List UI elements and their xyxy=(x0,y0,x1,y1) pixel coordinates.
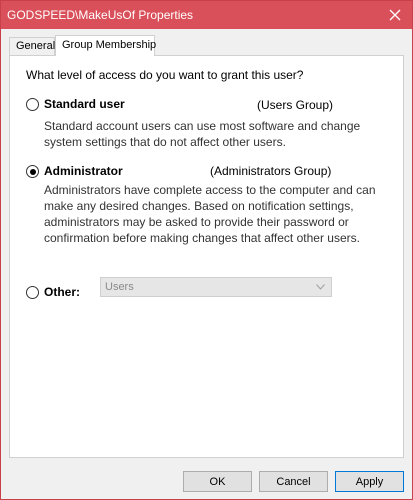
administrator-radio[interactable] xyxy=(26,165,39,178)
window-title: GODSPEED\MakeUsOf Properties xyxy=(7,8,194,22)
administrator-description: Administrators have complete access to t… xyxy=(44,183,376,245)
administrators-group-label: (Administrators Group) xyxy=(210,164,332,178)
close-icon xyxy=(389,9,401,21)
title-bar: GODSPEED\MakeUsOf Properties xyxy=(1,1,412,29)
other-radio[interactable] xyxy=(26,286,39,299)
other-label[interactable]: Other: xyxy=(44,285,80,299)
standard-user-description: Standard account users can use most soft… xyxy=(44,119,361,149)
other-group-select-value: Users xyxy=(105,281,134,293)
administrator-label[interactable]: Administrator xyxy=(44,164,123,178)
tab-general[interactable]: General xyxy=(9,37,55,55)
tab-group-membership[interactable]: Group Membership xyxy=(55,35,156,56)
group-membership-panel: What level of access do you want to gran… xyxy=(9,55,404,458)
cancel-button[interactable]: Cancel xyxy=(259,471,328,492)
standard-user-radio[interactable] xyxy=(26,98,39,111)
apply-button[interactable]: Apply xyxy=(335,471,404,492)
properties-dialog: GODSPEED\MakeUsOf Properties General Gro… xyxy=(0,0,413,500)
other-group-select[interactable]: Users xyxy=(100,277,332,297)
chevron-down-icon xyxy=(314,279,326,295)
access-prompt: What level of access do you want to gran… xyxy=(26,68,304,82)
users-group-label: (Users Group) xyxy=(257,98,334,112)
ok-button[interactable]: OK xyxy=(183,471,252,492)
standard-user-label[interactable]: Standard user xyxy=(44,97,125,111)
close-button[interactable] xyxy=(378,1,412,29)
